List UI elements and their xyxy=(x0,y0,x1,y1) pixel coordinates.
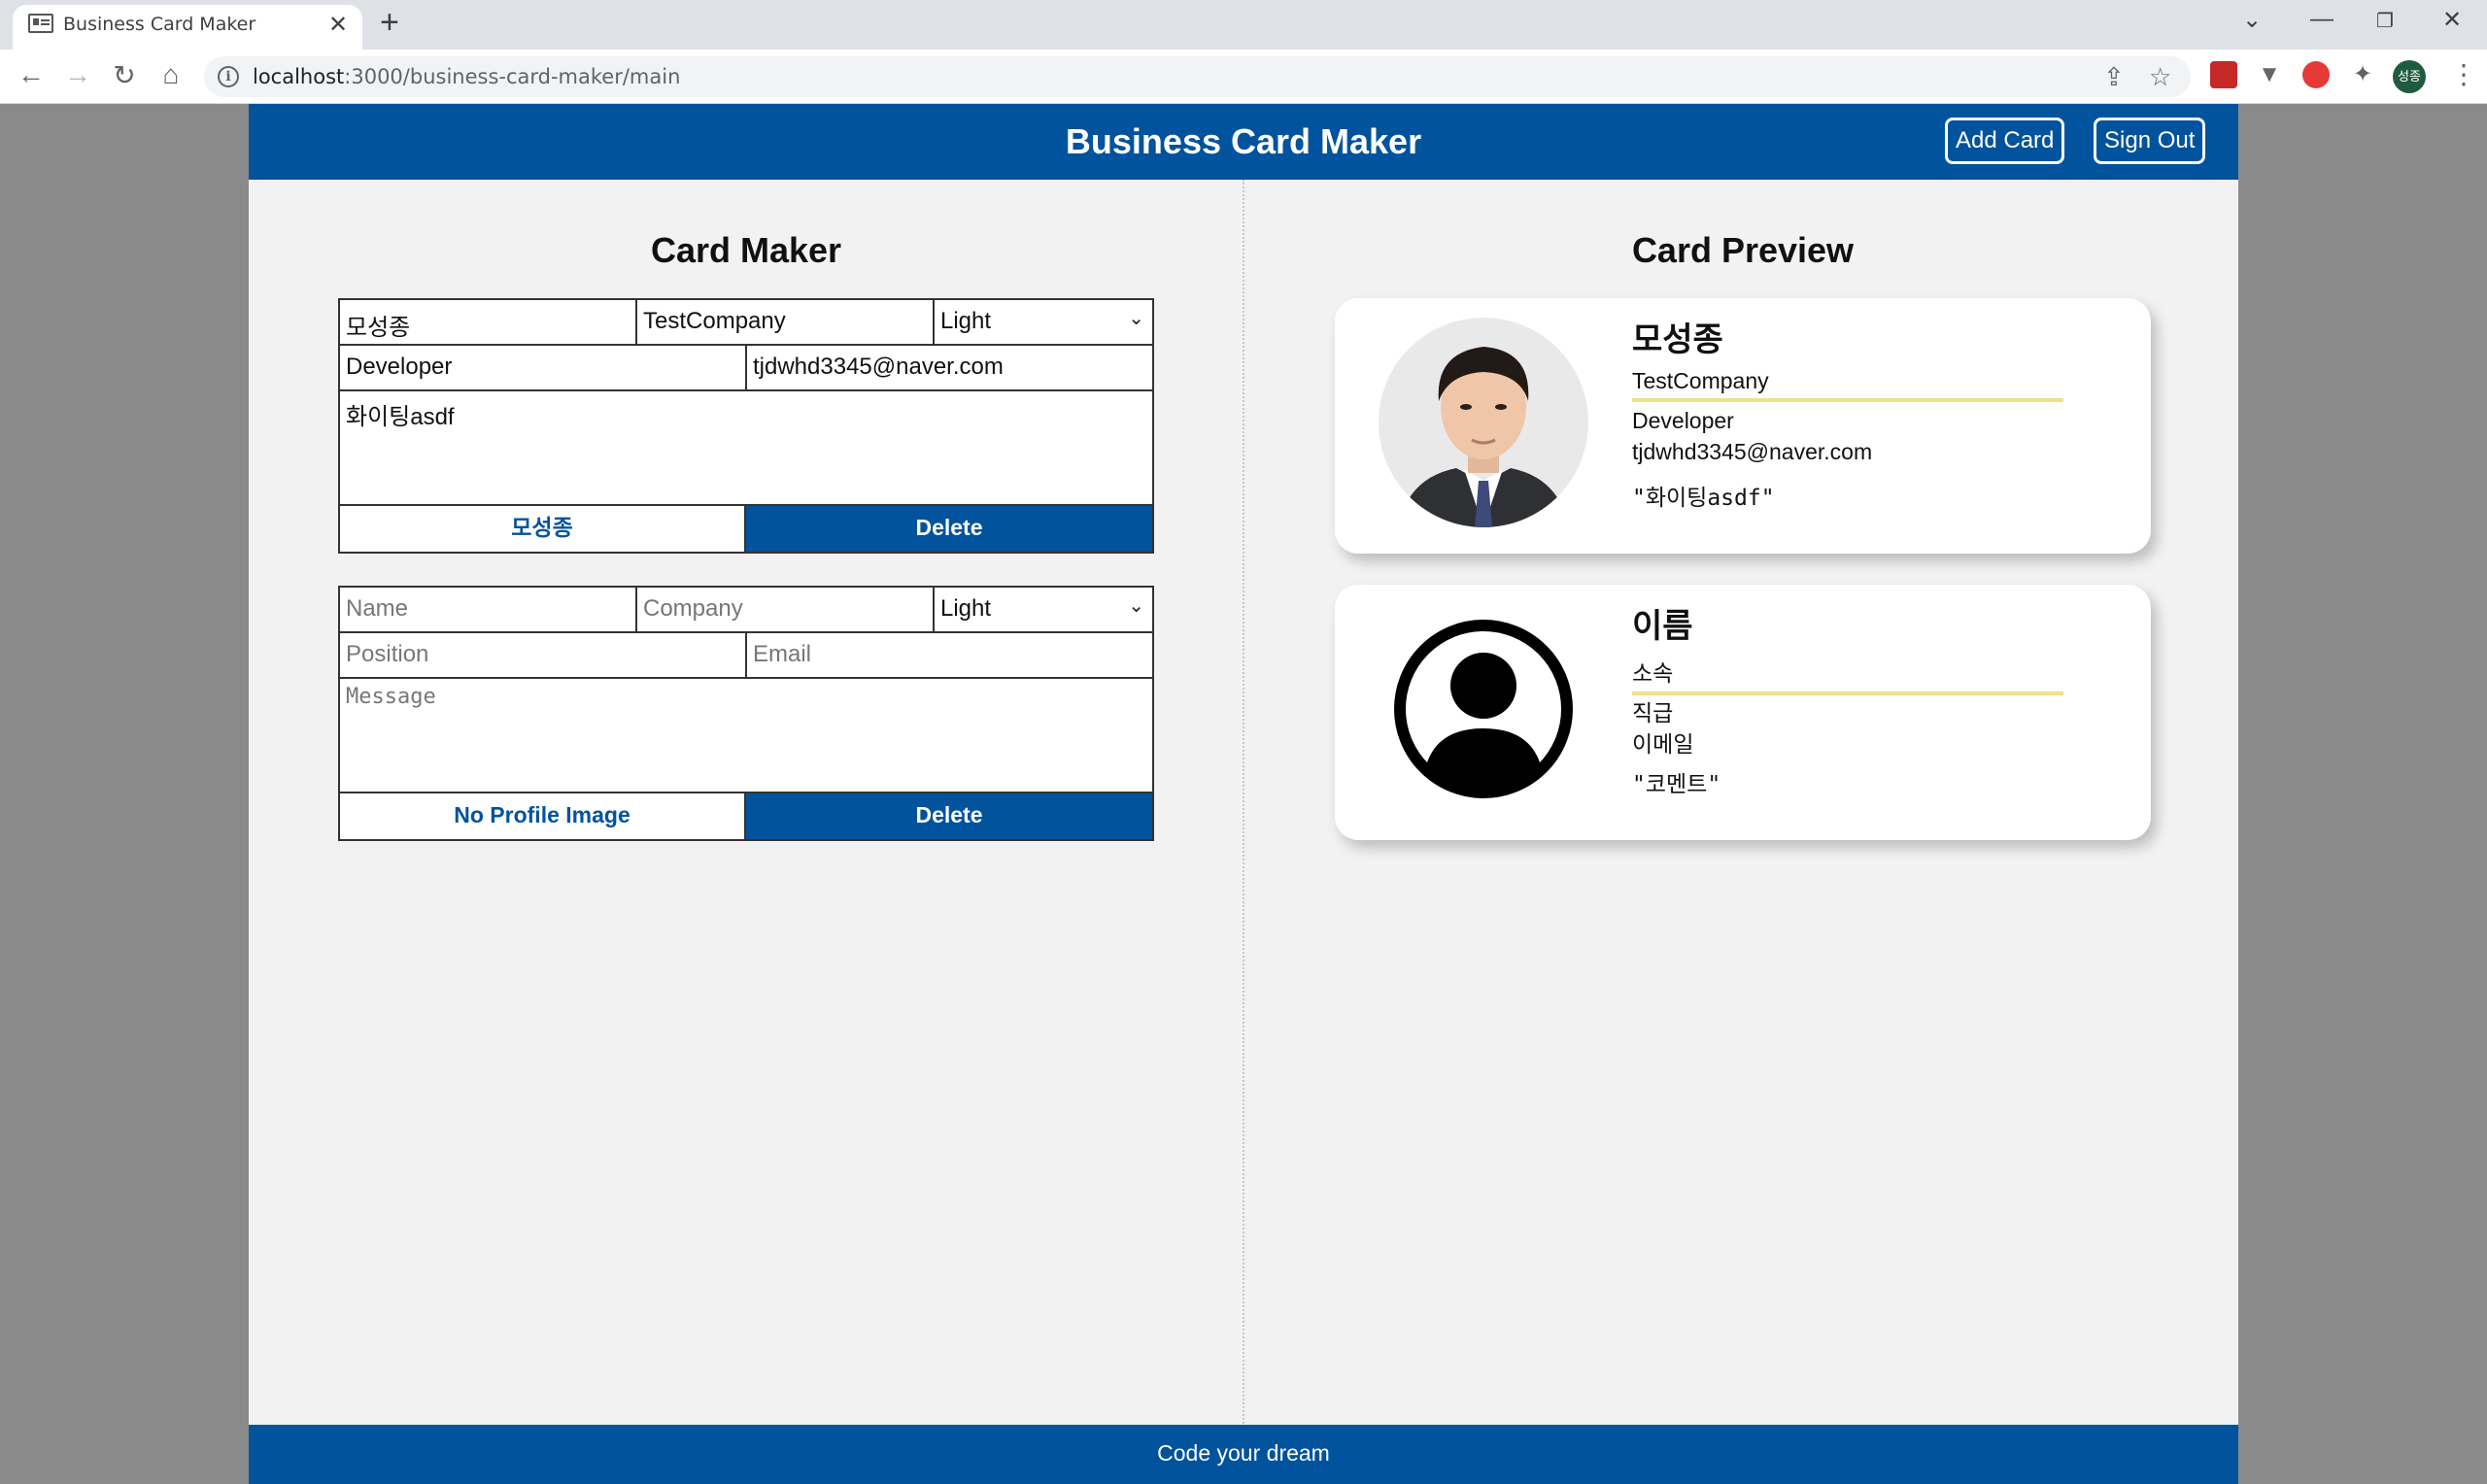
company-input[interactable]: Company xyxy=(637,588,935,631)
name-input[interactable]: Name xyxy=(340,588,637,631)
message-textarea[interactable]: 화이팅asdf xyxy=(340,391,1152,506)
browser-tab-strip: Business Card Maker ✕ + ⌄ — ❐ ✕ xyxy=(0,0,2487,50)
delete-button[interactable]: Delete xyxy=(746,793,1152,839)
card-add-form: Name Company Light ⌄ Position Email Mess… xyxy=(338,586,1154,841)
minimize-icon[interactable]: — xyxy=(2310,6,2334,33)
close-tab-icon[interactable]: ✕ xyxy=(328,11,348,39)
preview-company: 소속 xyxy=(1632,655,2063,695)
profile-image-button[interactable]: 모성종 xyxy=(340,506,746,552)
preview-company: TestCompany xyxy=(1632,368,2063,402)
name-input[interactable]: 모성종 xyxy=(340,300,637,344)
profile-avatar[interactable]: 성종 xyxy=(2393,60,2426,93)
app-root: Business Card Maker Add Card Sign Out Ca… xyxy=(249,104,2238,1484)
theme-select-value: Light xyxy=(940,308,992,334)
browser-tab[interactable]: Business Card Maker ✕ xyxy=(13,5,362,50)
default-user-icon xyxy=(1379,604,1588,814)
form-row: Developer tjdwhd3345@naver.com xyxy=(340,346,1152,391)
app-header: Business Card Maker Add Card Sign Out xyxy=(249,104,2238,180)
sign-out-button[interactable]: Sign Out xyxy=(2094,118,2206,164)
app-footer: Code your dream xyxy=(249,1425,2238,1484)
extension-v-icon[interactable]: ▼ xyxy=(2256,61,2283,88)
theme-select[interactable]: Light ⌄ xyxy=(935,300,1152,344)
profile-photo xyxy=(1379,318,1588,527)
preview-message: "코멘트" xyxy=(1632,772,1721,797)
column-divider xyxy=(1243,180,1244,1432)
tab-search-icon[interactable]: ⌄ xyxy=(2242,6,2262,34)
card-maker-title: Card Maker xyxy=(650,230,842,270)
preview-email: tjdwhd3345@naver.com xyxy=(1632,439,1873,464)
chevron-down-icon: ⌄ xyxy=(1128,595,1144,617)
id-card-icon xyxy=(28,14,53,33)
tab-title: Business Card Maker xyxy=(63,14,256,35)
preview-position: 직급 xyxy=(1632,700,1674,725)
app-title: Business Card Maker xyxy=(1065,121,1422,161)
email-input[interactable]: Email xyxy=(747,633,1152,677)
extension-red-icon[interactable] xyxy=(2210,61,2237,88)
extension-opera-icon[interactable] xyxy=(2302,61,2330,88)
position-input[interactable]: Position xyxy=(340,633,747,677)
form-actions: No Profile Image Delete xyxy=(340,793,1152,839)
preview-name: 이름 xyxy=(1632,608,1693,645)
preview-card: 이름 소속 직급 이메일 "코멘트" xyxy=(1335,585,2151,840)
message-textarea[interactable]: Message xyxy=(340,679,1152,793)
address-bar[interactable]: i localhost:3000/business-card-maker/mai… xyxy=(204,56,2191,97)
delete-button[interactable]: Delete xyxy=(746,506,1152,552)
position-input[interactable]: Developer xyxy=(340,346,747,389)
chevron-down-icon: ⌄ xyxy=(1128,308,1144,329)
form-actions: 모성종 Delete xyxy=(340,506,1152,552)
url-text[interactable]: localhost:3000/business-card-maker/main xyxy=(253,65,680,88)
preview-email: 이메일 xyxy=(1632,731,1694,757)
menu-kebab-icon[interactable]: ⋮ xyxy=(2450,58,2477,90)
form-row: Position Email xyxy=(340,633,1152,679)
add-card-button[interactable]: Add Card xyxy=(1945,118,2065,164)
bookmark-star-icon[interactable]: ☆ xyxy=(2149,62,2171,92)
preview-position: Developer xyxy=(1632,408,1734,433)
browser-toolbar: ← → ↻ ⌂ i localhost:3000/business-card-m… xyxy=(0,50,2487,104)
card-preview-title: Card Preview xyxy=(1631,230,1855,270)
preview-card: 모성종 TestCompany Developer tjdwhd3345@nav… xyxy=(1335,298,2151,554)
new-tab-icon[interactable]: + xyxy=(380,4,399,42)
back-icon[interactable]: ← xyxy=(14,59,49,90)
company-input[interactable]: TestCompany xyxy=(637,300,935,344)
profile-image-button[interactable]: No Profile Image xyxy=(340,793,746,839)
card-editor-form: 모성종 TestCompany Light ⌄ Developer tjdwhd… xyxy=(338,298,1154,554)
share-icon[interactable]: ⇪ xyxy=(2103,62,2125,92)
email-input[interactable]: tjdwhd3345@naver.com xyxy=(747,346,1152,389)
form-row: Name Company Light ⌄ xyxy=(340,588,1152,633)
info-icon[interactable]: i xyxy=(218,66,239,87)
reload-icon[interactable]: ↻ xyxy=(107,59,142,91)
extensions-puzzle-icon[interactable]: ✦ xyxy=(2349,61,2376,88)
forward-icon[interactable]: → xyxy=(60,59,95,90)
form-row: 모성종 TestCompany Light ⌄ xyxy=(340,300,1152,346)
home-icon[interactable]: ⌂ xyxy=(153,59,188,90)
preview-message: "화이팅asdf" xyxy=(1632,486,1775,511)
preview-name: 모성종 xyxy=(1632,321,1723,358)
theme-select-value: Light xyxy=(940,595,992,622)
restore-icon[interactable]: ❐ xyxy=(2376,9,2394,33)
close-window-icon[interactable]: ✕ xyxy=(2442,6,2462,34)
theme-select[interactable]: Light ⌄ xyxy=(935,588,1152,631)
